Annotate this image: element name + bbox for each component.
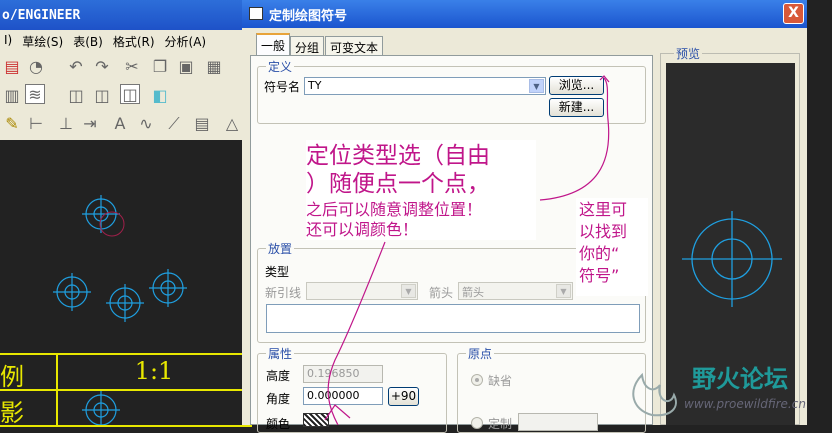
watermark-name: 野火论坛: [692, 365, 788, 393]
flame-logo-icon: [632, 372, 677, 417]
watermark-url: www.proewildfire.cn: [684, 397, 806, 411]
arrow-to-browse: [539, 77, 610, 201]
forum-watermark: 野火论坛 www.proewildfire.cn: [622, 355, 832, 425]
arrow-to-color: [327, 241, 386, 425]
